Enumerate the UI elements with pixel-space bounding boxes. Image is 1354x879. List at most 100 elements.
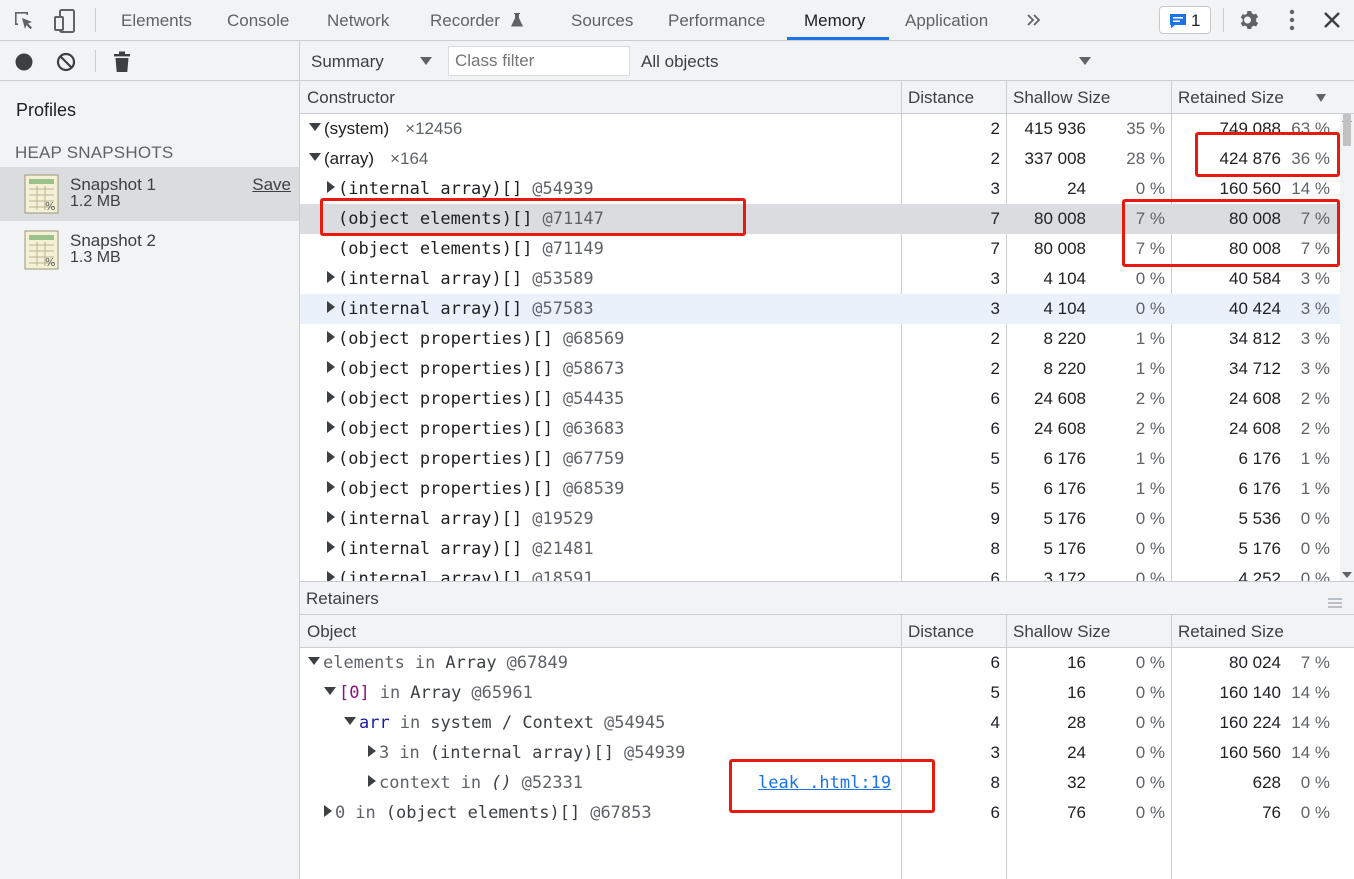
drag-handle-icon[interactable] bbox=[1328, 593, 1342, 613]
issues-badge[interactable]: 1 bbox=[1159, 6, 1211, 34]
column-constructor[interactable]: Constructor bbox=[307, 88, 395, 108]
device-toolbar-icon[interactable] bbox=[53, 8, 77, 34]
expand-down-icon[interactable] bbox=[309, 123, 321, 131]
table-row[interactable]: (internal array)[] @57583 3 4 104 0 % 40 424 3… bbox=[300, 294, 1340, 324]
table-row[interactable]: (internal array)[] @19529 9 5 176 0 % 5 536 0 … bbox=[300, 504, 1340, 534]
expand-right-icon[interactable] bbox=[368, 745, 376, 757]
expand-right-icon[interactable] bbox=[327, 571, 335, 581]
table-row[interactable]: (internal array)[] @21481 8 5 176 0 % 5 176 0 … bbox=[300, 534, 1340, 564]
column-distance[interactable]: Distance bbox=[908, 622, 974, 642]
chevron-down-icon[interactable] bbox=[1079, 57, 1091, 65]
expand-right-icon[interactable] bbox=[327, 451, 335, 463]
object-id: @21481 bbox=[532, 539, 594, 559]
table-row[interactable]: (object properties)[] @68539 5 6 176 1 % 6 17… bbox=[300, 474, 1340, 504]
record-icon[interactable] bbox=[14, 52, 34, 77]
scrollbar-thumb[interactable] bbox=[1343, 114, 1351, 146]
constructor-cell: (object properties)[] @58673 bbox=[327, 359, 624, 379]
trash-icon[interactable] bbox=[113, 51, 131, 78]
table-row[interactable]: (object properties)[] @54435 6 24 608 2 % 24 … bbox=[300, 384, 1340, 414]
close-icon[interactable] bbox=[1323, 11, 1341, 34]
expand-down-icon[interactable] bbox=[309, 153, 321, 161]
clear-icon[interactable] bbox=[56, 52, 76, 77]
expand-right-icon[interactable] bbox=[368, 775, 376, 787]
expand-right-icon[interactable] bbox=[327, 271, 335, 283]
save-snapshot-link[interactable]: Save bbox=[252, 175, 291, 195]
tab-console[interactable]: Console bbox=[227, 0, 289, 40]
table-row[interactable]: 0 in (object elements)[] @67853 6 76 0 % 76 0 % bbox=[300, 798, 1340, 828]
table-row[interactable]: (object elements)[] @71149 7 80 008 7 % 80 00… bbox=[300, 234, 1340, 264]
expand-right-icon[interactable] bbox=[327, 421, 335, 433]
shallow-percent-cell: 1 % bbox=[1135, 449, 1165, 468]
more-tabs-icon[interactable] bbox=[1026, 12, 1042, 33]
expand-right-icon[interactable] bbox=[327, 511, 335, 523]
shallow-percent-cell: 1 % bbox=[1135, 359, 1165, 378]
table-row[interactable]: (internal array)[] @54939 3 24 0 % 160 560 14 … bbox=[300, 174, 1340, 204]
shallow-percent-cell: 0 % bbox=[1135, 509, 1165, 528]
column-object[interactable]: Object bbox=[307, 622, 356, 642]
tab-recorder[interactable]: Recorder bbox=[430, 0, 500, 40]
shallow-size-cell: 6 176 bbox=[1043, 449, 1086, 468]
summary-scrollbar[interactable] bbox=[1340, 114, 1354, 581]
retainers-panel-header[interactable]: Retainers bbox=[300, 581, 1354, 615]
expand-right-icon[interactable] bbox=[327, 301, 335, 313]
column-retained-size[interactable]: Retained Size bbox=[1178, 88, 1284, 108]
expand-right-icon[interactable] bbox=[324, 805, 332, 817]
expand-right-icon[interactable] bbox=[327, 481, 335, 493]
tab-memory[interactable]: Memory bbox=[804, 0, 865, 40]
retained-size-cell: 80 008 bbox=[1229, 239, 1281, 258]
chevron-down-icon[interactable] bbox=[420, 57, 432, 65]
table-row[interactable]: 3 in (internal array)[] @54939 3 24 0 % 160 560… bbox=[300, 738, 1340, 768]
shallow-size-cell: 24 608 bbox=[1034, 419, 1086, 438]
table-row[interactable]: context in () @52331 leak .html:19 8 32 0 % 628 0… bbox=[300, 768, 1340, 798]
tab-performance[interactable]: Performance bbox=[668, 0, 765, 40]
column-retained-size[interactable]: Retained Size bbox=[1178, 622, 1284, 642]
snapshot-item-1[interactable]: % Snapshot 1 1.2 MB Save bbox=[0, 167, 299, 221]
objects-select[interactable]: All objects bbox=[641, 52, 718, 72]
source-location-link[interactable]: leak .html:19 bbox=[758, 773, 891, 793]
table-row[interactable]: (object elements)[] @71147 7 80 008 7 % 80 00… bbox=[300, 204, 1340, 234]
expand-right-icon[interactable] bbox=[327, 181, 335, 193]
table-row[interactable]: (internal array)[] @18591 6 3 172 0 % 4 252 0 … bbox=[300, 564, 1340, 581]
expand-right-icon[interactable] bbox=[327, 541, 335, 553]
expand-down-icon[interactable] bbox=[308, 657, 320, 665]
table-row[interactable]: arr in system / Context @54945 4 28 0 % 160 224… bbox=[300, 708, 1340, 738]
scroll-down-icon[interactable] bbox=[1342, 572, 1352, 578]
table-row[interactable]: (system) ×12456 2 415 936 35 % 749 088 63 % bbox=[300, 114, 1340, 144]
inspect-element-icon[interactable] bbox=[12, 9, 36, 33]
retained-size-cell: 160 560 bbox=[1219, 743, 1281, 762]
table-row[interactable]: (object properties)[] @63683 6 24 608 2 % 24 … bbox=[300, 414, 1340, 444]
column-distance[interactable]: Distance bbox=[908, 88, 974, 108]
expand-right-icon[interactable] bbox=[327, 361, 335, 373]
expand-right-icon[interactable] bbox=[327, 331, 335, 343]
retainer-object-cell: elements in Array @67849 bbox=[308, 653, 568, 673]
column-shallow-size[interactable]: Shallow Size bbox=[1013, 622, 1110, 642]
expand-right-icon[interactable] bbox=[327, 391, 335, 403]
table-row[interactable]: [0] in Array @65961 5 16 0 % 160 140 14 % bbox=[300, 678, 1340, 708]
retainer-object-cell: arr in system / Context @54945 bbox=[344, 713, 665, 733]
tab-sources[interactable]: Sources bbox=[571, 0, 633, 40]
table-row[interactable]: (internal array)[] @53589 3 4 104 0 % 40 584 3… bbox=[300, 264, 1340, 294]
tab-elements[interactable]: Elements bbox=[121, 0, 192, 40]
kebab-menu-icon[interactable] bbox=[1282, 9, 1302, 36]
tab-application[interactable]: Application bbox=[905, 0, 988, 40]
table-row[interactable]: (array) ×164 2 337 008 28 % 424 876 36 % bbox=[300, 144, 1340, 174]
gear-icon[interactable] bbox=[1237, 8, 1261, 37]
retainer-property: elements bbox=[323, 653, 405, 673]
table-row[interactable]: (object properties)[] @58673 2 8 220 1 % 34 7… bbox=[300, 354, 1340, 384]
table-row[interactable]: elements in Array @67849 6 16 0 % 80 024 7 % bbox=[300, 648, 1340, 678]
table-row[interactable]: (object properties)[] @68569 2 8 220 1 % 34 8… bbox=[300, 324, 1340, 354]
shallow-percent-cell: 0 % bbox=[1135, 299, 1165, 318]
retainer-type: () bbox=[491, 773, 512, 793]
tab-network[interactable]: Network bbox=[327, 0, 389, 40]
expand-down-icon[interactable] bbox=[324, 687, 336, 695]
class-filter-input[interactable] bbox=[448, 46, 630, 76]
shallow-size-cell: 337 008 bbox=[1024, 149, 1086, 168]
distance-cell: 8 bbox=[990, 773, 1000, 792]
retainer-object-cell: context in () @52331 bbox=[368, 773, 583, 793]
column-shallow-size[interactable]: Shallow Size bbox=[1013, 88, 1110, 108]
snapshot-item-2[interactable]: % Snapshot 2 1.3 MB bbox=[0, 223, 299, 277]
table-row[interactable]: (object properties)[] @67759 5 6 176 1 % 6 17… bbox=[300, 444, 1340, 474]
expand-down-icon[interactable] bbox=[344, 717, 356, 725]
object-id: @68569 bbox=[562, 329, 625, 349]
view-select[interactable]: Summary bbox=[311, 52, 384, 72]
